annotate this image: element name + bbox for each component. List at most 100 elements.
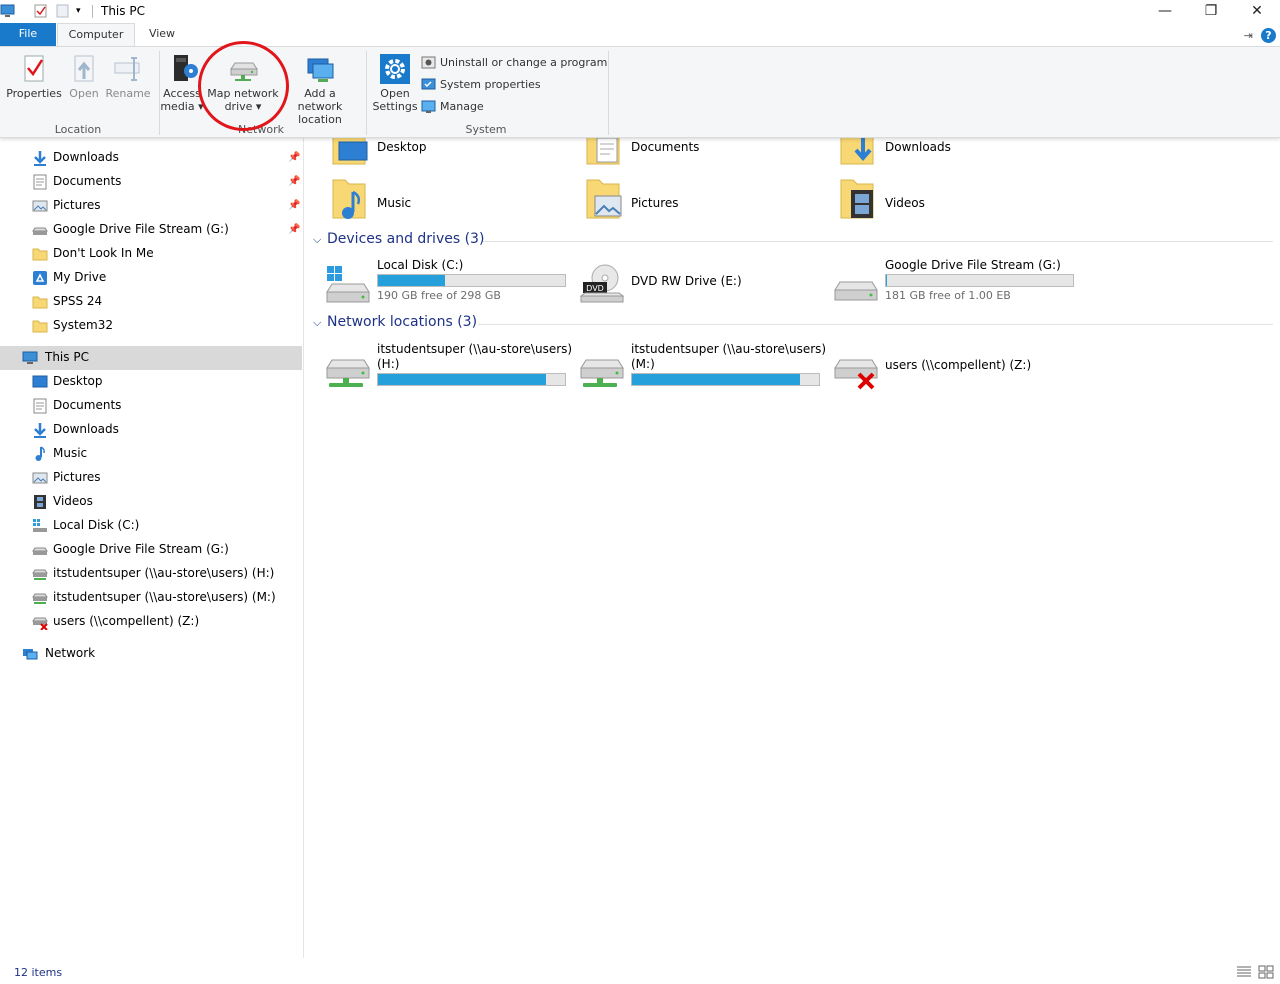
add-network-location-icon: [304, 53, 336, 85]
nav-item-desktop[interactable]: Desktop: [0, 370, 302, 394]
nav-item-network-drive-h[interactable]: itstudentsuper (\\au-store\users) (H:): [0, 562, 302, 586]
this-pc-icon: [0, 4, 15, 18]
drive-icon: [831, 262, 879, 306]
nav-item-music[interactable]: Music: [0, 442, 302, 466]
open-icon: [68, 53, 100, 85]
drive-usage-fill: [632, 374, 801, 385]
nav-label: System32: [53, 318, 114, 332]
nav-item-videos[interactable]: Videos: [0, 490, 302, 514]
system-group-label: System: [465, 123, 507, 136]
dvd-label: DVD: [586, 284, 604, 293]
tab-file[interactable]: File: [0, 23, 56, 46]
google-drive-icon: [32, 270, 48, 286]
ribbon-right-controls: ⇥ ?: [1244, 26, 1276, 44]
nav-item-downloads[interactable]: Downloads: [0, 418, 302, 442]
nav-item-system32[interactable]: System32: [0, 314, 302, 338]
network-drive-icon: [32, 566, 48, 582]
folder-videos[interactable]: Videos: [813, 178, 1063, 226]
system-properties-icon: [421, 77, 436, 92]
downloads-folder-icon: [837, 138, 877, 166]
restore-button[interactable]: ❐: [1188, 0, 1234, 23]
details-view-icon[interactable]: [1236, 965, 1252, 979]
music-note-icon: [32, 446, 48, 462]
devices-section-header[interactable]: ⌵ Devices and drives (3): [313, 231, 1273, 251]
folder-documents[interactable]: Documents: [559, 138, 809, 170]
properties-label: Properties: [6, 87, 62, 100]
document-icon: [32, 398, 48, 414]
drive-dvd-e[interactable]: DVD DVD RW Drive (E:): [559, 258, 809, 308]
minimize-button[interactable]: —: [1142, 0, 1188, 23]
nav-item-network-drive-m[interactable]: itstudentsuper (\\au-store\users) (M:): [0, 586, 302, 610]
nav-item-my-drive[interactable]: My Drive: [0, 266, 302, 290]
nav-item-pictures[interactable]: Pictures: [0, 466, 302, 490]
nav-item-downloads[interactable]: Downloads 📌: [0, 146, 302, 170]
nav-item-google-drive[interactable]: Google Drive File Stream (G:) 📌: [0, 218, 302, 242]
nav-label: Downloads: [53, 150, 119, 164]
rename-button[interactable]: Rename: [104, 53, 152, 119]
uninstall-icon: [421, 55, 436, 70]
nav-item-this-pc[interactable]: This PC: [0, 346, 302, 370]
nav-item-network-drive-z[interactable]: users (\\compellent) (Z:): [0, 610, 302, 634]
network-icon: [22, 646, 38, 662]
folder-desktop[interactable]: Desktop: [305, 138, 555, 170]
folder-music[interactable]: Music: [305, 178, 555, 226]
properties-quick-icon[interactable]: [34, 4, 48, 18]
properties-button[interactable]: Properties: [4, 53, 64, 119]
section-divider: [478, 324, 1273, 325]
network-drive-h[interactable]: itstudentsuper (\\au-store\users) (H:): [305, 342, 572, 392]
nav-item-documents[interactable]: Documents 📌: [0, 170, 302, 194]
open-button[interactable]: Open: [64, 53, 104, 119]
drive-local-disk-c[interactable]: Local Disk (C:) 190 GB free of 298 GB: [305, 258, 566, 308]
pin-icon[interactable]: 📌: [288, 176, 300, 188]
open-settings-label-1: Open: [380, 87, 410, 100]
folder-label: Desktop: [377, 140, 427, 154]
folder-pictures[interactable]: Pictures: [559, 178, 809, 226]
network-drive-icon: [32, 590, 48, 606]
nav-item-dont-look-in-me[interactable]: Don't Look In Me: [0, 242, 302, 266]
pictures-folder-icon: [583, 178, 623, 222]
content-pane: Desktop Documents Downloads Music Pictur…: [305, 138, 1280, 958]
network-section-header[interactable]: ⌵ Network locations (3): [313, 314, 1273, 334]
open-settings-button[interactable]: Open Settings: [370, 53, 420, 119]
chevron-down-icon: ⌵: [313, 316, 322, 329]
drive-free-space: 190 GB free of 298 GB: [377, 289, 501, 302]
nav-label: Desktop: [53, 374, 103, 388]
customize-toolbar-chevron-icon[interactable]: ▾: [76, 4, 90, 18]
dvd-drive-icon: DVD: [577, 262, 625, 306]
nav-item-network[interactable]: Network: [0, 642, 302, 666]
open-label: Open: [69, 87, 99, 100]
nav-item-pictures[interactable]: Pictures 📌: [0, 194, 302, 218]
drive-google-drive-g[interactable]: Google Drive File Stream (G:) 181 GB fre…: [813, 258, 1074, 308]
add-network-location-button[interactable]: Add a network location: [282, 53, 358, 126]
pin-icon[interactable]: 📌: [288, 152, 300, 164]
large-icons-view-icon[interactable]: [1258, 965, 1274, 979]
uninstall-program-button[interactable]: Uninstall or change a program: [421, 53, 607, 72]
tab-view[interactable]: View: [137, 23, 187, 46]
this-pc-icon: [22, 350, 38, 366]
close-button[interactable]: ✕: [1234, 0, 1280, 23]
folder-label: Documents: [631, 140, 700, 154]
help-icon[interactable]: ?: [1261, 27, 1276, 43]
nav-item-google-drive[interactable]: Google Drive File Stream (G:): [0, 538, 302, 562]
folder-downloads[interactable]: Downloads: [813, 138, 1063, 170]
drive-usage-fill: [378, 374, 547, 385]
film-icon: [32, 494, 48, 510]
tab-computer[interactable]: Computer: [57, 23, 135, 46]
pictures-icon: [32, 470, 48, 486]
nav-item-local-disk-c[interactable]: Local Disk (C:): [0, 514, 302, 538]
pin-icon[interactable]: 📌: [288, 224, 300, 236]
manage-button[interactable]: Manage: [421, 97, 484, 116]
folder-label: Pictures: [631, 196, 679, 210]
new-folder-quick-icon[interactable]: [56, 4, 70, 18]
nav-label: This PC: [45, 350, 89, 364]
system-properties-button[interactable]: System properties: [421, 75, 541, 94]
nav-label: itstudentsuper (\\au-store\users) (M:): [53, 590, 276, 604]
nav-item-spss-24[interactable]: SPSS 24: [0, 290, 302, 314]
nav-label: Google Drive File Stream (G:): [53, 222, 229, 236]
network-drive-z[interactable]: users (\\compellent) (Z:): [813, 342, 1063, 392]
nav-item-documents[interactable]: Documents: [0, 394, 302, 418]
network-drive-m[interactable]: itstudentsuper (\\au-store\users) (M:): [559, 342, 826, 392]
pin-icon[interactable]: 📌: [288, 200, 300, 212]
pin-ribbon-icon[interactable]: ⇥: [1244, 29, 1253, 42]
title-separator: [92, 5, 93, 18]
